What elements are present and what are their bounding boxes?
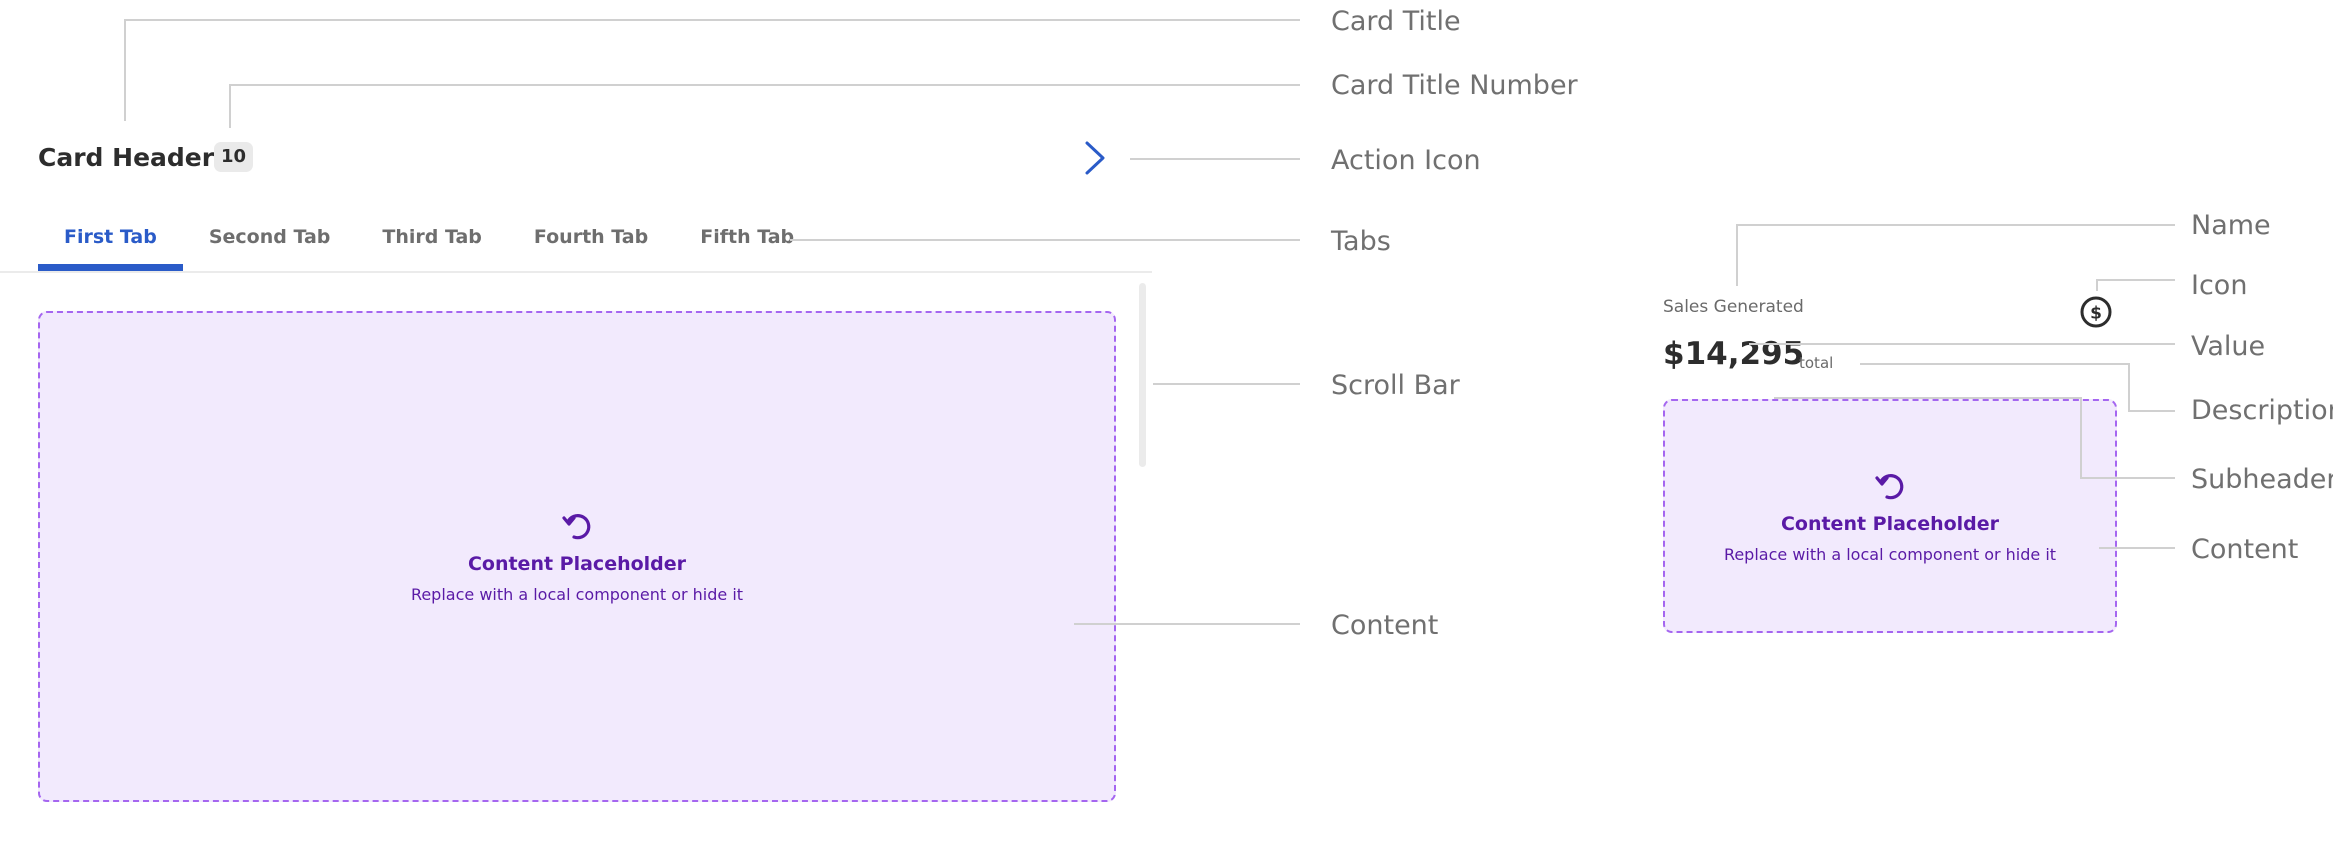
leader-line-subheader — [1774, 397, 2080, 399]
tab-bar: First Tab Second Tab Third Tab Fourth Ta… — [38, 210, 820, 272]
annotation-content: Content — [1331, 610, 1439, 641]
refresh-icon — [562, 514, 591, 540]
refresh-icon — [1875, 473, 1904, 499]
tab-fourth[interactable]: Fourth Tab — [508, 210, 674, 272]
annotation-icon: Icon — [2191, 270, 2248, 301]
leader-line-scroll-bar — [1153, 383, 1300, 385]
card-title: Card Header — [38, 143, 215, 172]
leader-line-card-title — [124, 19, 1300, 21]
leader-line-description-end — [2128, 410, 2175, 412]
leader-line-subheader-end — [2080, 477, 2175, 479]
kpi-name: Sales Generated — [1663, 297, 1804, 317]
leader-line-card-title-number — [229, 84, 1300, 86]
annotation-scroll-bar: Scroll Bar — [1331, 370, 1460, 401]
annotation-value: Value — [2191, 331, 2266, 362]
tab-third[interactable]: Third Tab — [356, 210, 508, 272]
leader-line-description — [1860, 363, 2128, 365]
placeholder-subtitle: Replace with a local component or hide i… — [1723, 544, 2057, 564]
chevron-right-icon[interactable] — [1084, 140, 1106, 176]
placeholder-subtitle: Replace with a local component or hide i… — [410, 585, 744, 604]
card-title-number-badge: 10 — [214, 142, 254, 172]
leader-line-card-title-number-vertical — [229, 84, 231, 128]
annotation-action-icon: Action Icon — [1331, 145, 1481, 176]
tab-first[interactable]: First Tab — [38, 210, 183, 272]
leader-line-description-vertical — [2128, 363, 2130, 410]
tab-fifth[interactable]: Fifth Tab — [674, 210, 820, 272]
tab-second[interactable]: Second Tab — [183, 210, 357, 272]
annotation-name: Name — [2191, 210, 2271, 241]
leader-line-value — [1749, 343, 2175, 345]
kpi-value: $14,295 — [1663, 336, 1805, 372]
leader-line-name-vertical — [1736, 224, 1738, 286]
kpi-description: total — [1799, 354, 1834, 372]
annotation-tabs: Tabs — [1331, 226, 1391, 257]
annotation-subheader: Subheader — [2191, 464, 2333, 495]
placeholder-title: Content Placeholder — [467, 553, 687, 575]
leader-line-tabs — [790, 239, 1300, 241]
leader-line-action-icon — [1130, 158, 1300, 160]
tab-divider — [0, 271, 1152, 273]
annotation-content: Content — [2191, 534, 2299, 565]
content-placeholder: Content Placeholder Replace with a local… — [38, 311, 1116, 802]
annotation-card-title: Card Title — [1331, 6, 1461, 37]
leader-line-icon — [2096, 279, 2175, 281]
leader-line-name — [1736, 224, 2175, 226]
annotation-card-title-number: Card Title Number — [1331, 70, 1578, 101]
scrollbar[interactable] — [1139, 283, 1146, 467]
svg-text:$: $ — [2090, 304, 2102, 324]
dollar-circle-icon: $ — [2080, 296, 2112, 328]
placeholder-title: Content Placeholder — [1780, 512, 2000, 535]
kpi-content-placeholder: Content Placeholder Replace with a local… — [1663, 399, 2117, 633]
leader-line-card-title-vertical — [124, 19, 126, 121]
leader-line-content-right — [2099, 547, 2175, 549]
leader-line-icon-vertical — [2096, 279, 2098, 291]
leader-line-content — [1074, 623, 1300, 625]
annotation-description: Description — [2191, 395, 2333, 426]
leader-line-subheader-vertical — [2080, 397, 2082, 477]
